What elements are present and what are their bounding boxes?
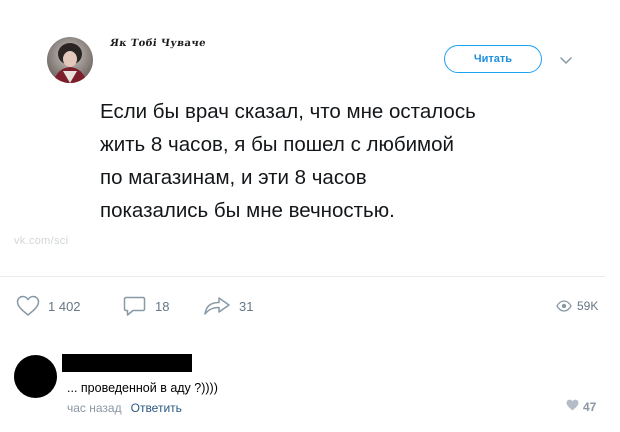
- tweet-text: Если бы врач сказал, что мне осталось жи…: [100, 100, 476, 222]
- reply-action[interactable]: 18: [123, 294, 169, 318]
- comment-like-count: 47: [583, 399, 597, 414]
- reply-icon: [123, 294, 147, 318]
- follow-button[interactable]: Читать: [444, 45, 542, 73]
- commenter-avatar[interactable]: [14, 355, 57, 398]
- retweet-count: 31: [239, 298, 254, 314]
- comment-reply-link[interactable]: Ответить: [131, 401, 182, 415]
- author-avatar[interactable]: [47, 37, 93, 83]
- views-count: 59K: [577, 299, 599, 313]
- author-name[interactable]: Як Тобі Чуваче: [109, 38, 206, 49]
- share-action[interactable]: 31: [203, 294, 253, 318]
- comment-time: час назад: [67, 401, 122, 415]
- heart-icon: [16, 295, 40, 317]
- views: 59K: [556, 294, 598, 318]
- like-count: 1 402: [48, 298, 81, 314]
- watermark: vk.com/sci: [14, 235, 69, 247]
- comment-text: ... проведенной в аду ?)))): [67, 381, 218, 395]
- heart-icon: [566, 399, 579, 414]
- commenter-name-redacted: [62, 354, 192, 372]
- like-action[interactable]: 1 402: [16, 294, 81, 318]
- comment-meta: час назад Ответить: [67, 401, 182, 415]
- eye-icon: [556, 300, 572, 312]
- share-arrow-icon: [203, 295, 231, 317]
- chevron-down-icon[interactable]: [559, 53, 573, 64]
- reply-count: 18: [155, 298, 170, 314]
- divider: [0, 276, 605, 277]
- comment-like-button[interactable]: 47: [566, 399, 596, 414]
